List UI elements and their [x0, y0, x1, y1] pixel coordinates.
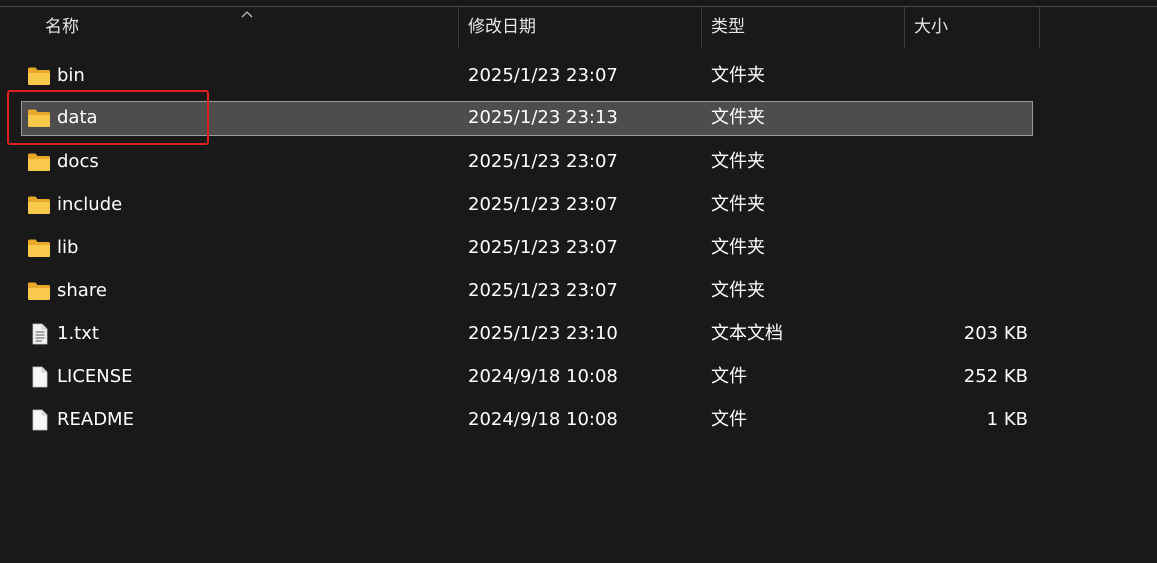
file-row-bin[interactable]: bin 2025/1/23 23:07 文件夹 [21, 59, 1033, 93]
folder-icon [28, 196, 50, 214]
file-type: 文件 [711, 409, 747, 430]
file-type: 文件夹 [711, 280, 765, 301]
file-type: 文件夹 [711, 65, 765, 86]
column-header-name-label: 名称 [45, 17, 79, 37]
file-row-docs[interactable]: docs 2025/1/23 23:07 文件夹 [21, 145, 1033, 179]
column-header-bar: 名称 修改日期 类型 大小 [0, 7, 1157, 48]
file-modified-date: 2025/1/23 23:07 [468, 280, 618, 301]
file-modified-date: 2025/1/23 23:07 [468, 237, 618, 258]
file-row-lib[interactable]: lib 2025/1/23 23:07 文件夹 [21, 231, 1033, 265]
file-icon [32, 366, 48, 388]
column-header-type[interactable]: 类型 [702, 7, 904, 48]
folder-icon [28, 282, 50, 300]
column-header-type-label: 类型 [711, 17, 745, 37]
file-row-1-txt[interactable]: 1.txt 2025/1/23 23:10 文本文档 203 KB [21, 317, 1033, 351]
column-header-name[interactable]: 名称 [0, 7, 458, 48]
file-modified-date: 2025/1/23 23:07 [468, 194, 618, 215]
file-name: 1.txt [57, 323, 99, 344]
file-name: lib [57, 237, 79, 258]
file-type: 文件夹 [711, 237, 765, 258]
file-type: 文件夹 [711, 151, 765, 172]
file-modified-date: 2025/1/23 23:07 [468, 151, 618, 172]
annotation-highlight-box [7, 90, 209, 145]
folder-icon [28, 67, 50, 85]
file-icon [32, 409, 48, 431]
text-file-icon [32, 323, 48, 345]
column-header-date[interactable]: 修改日期 [459, 7, 701, 48]
file-size: 252 KB [963, 366, 1028, 387]
file-name: README [57, 409, 134, 430]
file-type: 文件夹 [711, 194, 765, 215]
file-type: 文件 [711, 366, 747, 387]
file-type: 文件夹 [711, 107, 765, 128]
folder-icon [28, 153, 50, 171]
column-header-size[interactable]: 大小 [905, 7, 1039, 48]
column-header-size-label: 大小 [914, 17, 948, 37]
file-size: 203 KB [963, 323, 1028, 344]
file-name: share [57, 280, 107, 301]
file-name: docs [57, 151, 99, 172]
file-name: include [57, 194, 123, 215]
file-modified-date: 2024/9/18 10:08 [468, 366, 618, 387]
file-row-license[interactable]: LICENSE 2024/9/18 10:08 文件 252 KB [21, 360, 1033, 394]
column-separator[interactable] [1039, 7, 1040, 48]
file-name: LICENSE [57, 366, 133, 387]
file-size: 1 KB [986, 409, 1028, 430]
file-modified-date: 2025/1/23 23:10 [468, 323, 618, 344]
file-modified-date: 2025/1/23 23:07 [468, 65, 618, 86]
file-row-include[interactable]: include 2025/1/23 23:07 文件夹 [21, 188, 1033, 222]
column-header-date-label: 修改日期 [468, 17, 536, 37]
folder-icon [28, 239, 50, 257]
file-modified-date: 2025/1/23 23:13 [468, 107, 618, 128]
file-type: 文本文档 [711, 323, 783, 344]
file-row-readme[interactable]: README 2024/9/18 10:08 文件 1 KB [21, 403, 1033, 437]
file-name: bin [57, 65, 85, 86]
file-modified-date: 2024/9/18 10:08 [468, 409, 618, 430]
file-row-share[interactable]: share 2025/1/23 23:07 文件夹 [21, 274, 1033, 308]
